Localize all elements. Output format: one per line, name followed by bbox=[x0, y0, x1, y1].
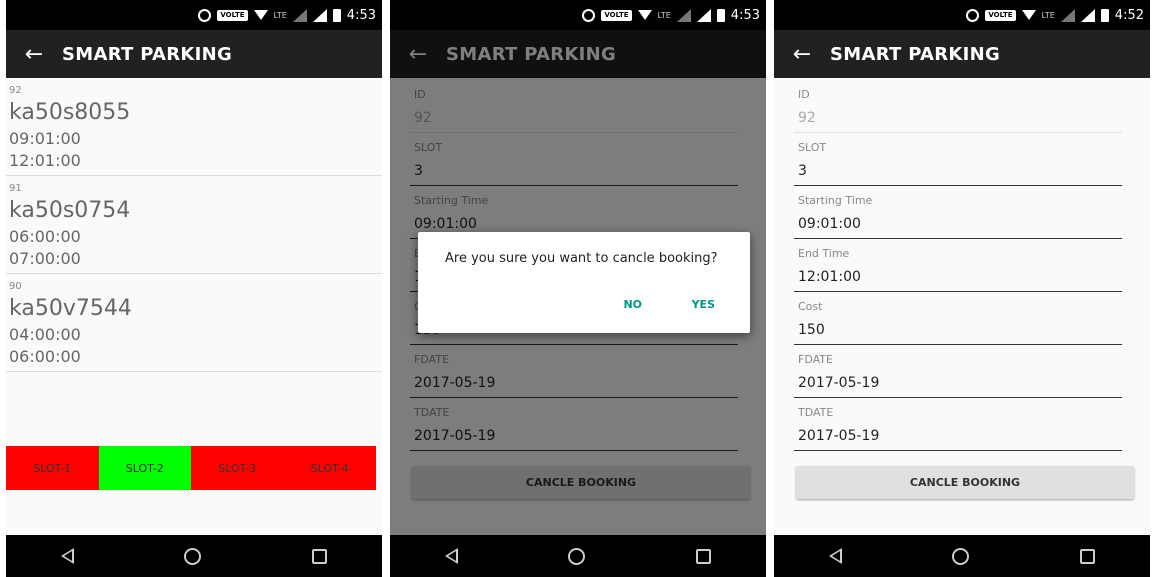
nav-bar bbox=[390, 535, 766, 577]
app-title: SMART PARKING bbox=[830, 43, 1001, 65]
app-bar: ← SMART PARKING bbox=[774, 30, 1150, 78]
field-label: TDATE bbox=[798, 406, 834, 419]
nav-back-icon[interactable] bbox=[445, 548, 459, 564]
signal-icon bbox=[292, 8, 307, 22]
booking-plate: ka50v7544 bbox=[9, 296, 132, 321]
booking-start: 04:00:00 bbox=[9, 325, 81, 344]
id-field: ID 92 bbox=[794, 78, 1126, 133]
lte-label: LTE bbox=[273, 10, 287, 20]
field-label: Cost bbox=[798, 300, 823, 313]
dialog-scrim-top bbox=[390, 30, 766, 78]
status-bar: VOLTE LTE 4:52 bbox=[774, 0, 1150, 30]
list-item[interactable]: 92 ka50s8055 09:01:00 12:01:00 bbox=[6, 78, 382, 176]
nav-recents-icon[interactable] bbox=[695, 548, 711, 564]
booking-plate: ka50s8055 bbox=[9, 100, 131, 125]
signal-icon bbox=[312, 8, 327, 22]
booking-end: 07:00:00 bbox=[9, 249, 81, 268]
back-arrow-icon[interactable]: ← bbox=[6, 42, 62, 67]
slot-4[interactable]: SLOT-4 bbox=[283, 446, 376, 490]
nav-recents-icon[interactable] bbox=[1079, 548, 1095, 564]
cancel-booking-button[interactable]: CANCLE BOOKING bbox=[796, 466, 1134, 499]
fdate-field[interactable]: FDATE 2017-05-19 bbox=[794, 343, 1126, 398]
field-label: SLOT bbox=[798, 141, 827, 154]
booking-list: 92 ka50s8055 09:01:00 12:01:00 91 ka50s0… bbox=[6, 78, 382, 372]
wifi-icon bbox=[253, 10, 268, 20]
nav-home-icon[interactable] bbox=[952, 547, 970, 565]
slot-2[interactable]: SLOT-2 bbox=[98, 446, 191, 490]
status-time: 4:52 bbox=[1114, 7, 1144, 23]
field-label: FDATE bbox=[798, 353, 833, 366]
booking-detail-form: ID 92 SLOT 3 Starting Time 09:01:00 End … bbox=[774, 78, 1150, 451]
lte-label: LTE bbox=[1041, 10, 1055, 20]
volte-badge: VOLTE bbox=[985, 9, 1016, 21]
field-underline bbox=[794, 450, 1122, 451]
booking-id: 91 bbox=[9, 183, 22, 194]
volte-badge: VOLTE bbox=[601, 9, 632, 21]
booking-end: 06:00:00 bbox=[9, 347, 81, 366]
slot-3[interactable]: SLOT-3 bbox=[191, 446, 284, 490]
tdate-value[interactable]: 2017-05-19 bbox=[798, 428, 879, 444]
signal-icon bbox=[696, 8, 711, 22]
phone-screen-cancel-dialog: VOLTE LTE 4:53 ← SMART PARKING ID 92 SLO… bbox=[390, 0, 766, 577]
booking-id: 90 bbox=[9, 281, 22, 292]
start-time-field[interactable]: Starting Time 09:01:00 bbox=[794, 184, 1126, 239]
volte-badge: VOLTE bbox=[217, 9, 248, 21]
slot-status-bar: SLOT-1 SLOT-2 SLOT-3 SLOT-4 bbox=[6, 446, 376, 490]
cost-value[interactable]: 150 bbox=[798, 322, 825, 338]
confirm-dialog: Are you sure you want to cancle booking?… bbox=[418, 232, 750, 333]
phone-screen-booking-detail: VOLTE LTE 4:52 ← SMART PARKING ID 92 SLO… bbox=[774, 0, 1150, 577]
nav-home-icon[interactable] bbox=[184, 547, 202, 565]
nav-back-icon[interactable] bbox=[829, 548, 843, 564]
signal-icon bbox=[676, 8, 691, 22]
dialog-no-button[interactable]: NO bbox=[623, 298, 642, 311]
lte-label: LTE bbox=[657, 10, 671, 20]
nav-bar bbox=[6, 535, 382, 577]
wifi-icon bbox=[637, 10, 652, 20]
id-value: 92 bbox=[798, 110, 816, 126]
back-arrow-icon[interactable]: ← bbox=[774, 42, 830, 67]
app-bar: ← SMART PARKING bbox=[6, 30, 382, 78]
end-time-value[interactable]: 12:01:00 bbox=[798, 269, 861, 285]
phone-screen-booking-list: VOLTE LTE 4:53 ← SMART PARKING 92 ka50s8… bbox=[6, 0, 382, 577]
status-time: 4:53 bbox=[346, 7, 376, 23]
start-time-value[interactable]: 09:01:00 bbox=[798, 216, 861, 232]
booking-plate: ka50s0754 bbox=[9, 198, 131, 223]
alarm-icon bbox=[582, 8, 596, 22]
dialog-message: Are you sure you want to cancle booking? bbox=[445, 251, 718, 266]
nav-back-icon[interactable] bbox=[61, 548, 75, 564]
booking-start: 06:00:00 bbox=[9, 227, 81, 246]
fdate-value[interactable]: 2017-05-19 bbox=[798, 375, 879, 391]
signal-icon bbox=[1060, 8, 1075, 22]
field-label: End Time bbox=[798, 247, 850, 260]
list-item[interactable]: 91 ka50s0754 06:00:00 07:00:00 bbox=[6, 176, 382, 274]
booking-end: 12:01:00 bbox=[9, 151, 81, 170]
battery-icon bbox=[332, 8, 341, 22]
alarm-icon bbox=[198, 8, 212, 22]
field-label: Starting Time bbox=[798, 194, 873, 207]
cost-field[interactable]: Cost 150 bbox=[794, 290, 1126, 345]
nav-bar bbox=[774, 535, 1150, 577]
dialog-yes-button[interactable]: YES bbox=[692, 298, 715, 311]
app-title: SMART PARKING bbox=[62, 43, 233, 65]
tdate-field[interactable]: TDATE 2017-05-19 bbox=[794, 396, 1126, 451]
status-time: 4:53 bbox=[730, 7, 760, 23]
battery-icon bbox=[716, 8, 725, 22]
nav-home-icon[interactable] bbox=[568, 547, 586, 565]
status-bar: VOLTE LTE 4:53 bbox=[390, 0, 766, 30]
slot-value[interactable]: 3 bbox=[798, 163, 807, 179]
field-label: ID bbox=[798, 88, 810, 101]
booking-id: 92 bbox=[9, 85, 22, 96]
status-bar: VOLTE LTE 4:53 bbox=[6, 0, 382, 30]
nav-recents-icon[interactable] bbox=[311, 548, 327, 564]
signal-icon bbox=[1080, 8, 1095, 22]
booking-start: 09:01:00 bbox=[9, 129, 81, 148]
battery-icon bbox=[1100, 8, 1109, 22]
slot-field[interactable]: SLOT 3 bbox=[794, 131, 1126, 186]
end-time-field[interactable]: End Time 12:01:00 bbox=[794, 237, 1126, 292]
wifi-icon bbox=[1021, 10, 1036, 20]
slot-1[interactable]: SLOT-1 bbox=[6, 446, 99, 490]
alarm-icon bbox=[966, 8, 980, 22]
list-item[interactable]: 90 ka50v7544 04:00:00 06:00:00 bbox=[6, 274, 382, 372]
